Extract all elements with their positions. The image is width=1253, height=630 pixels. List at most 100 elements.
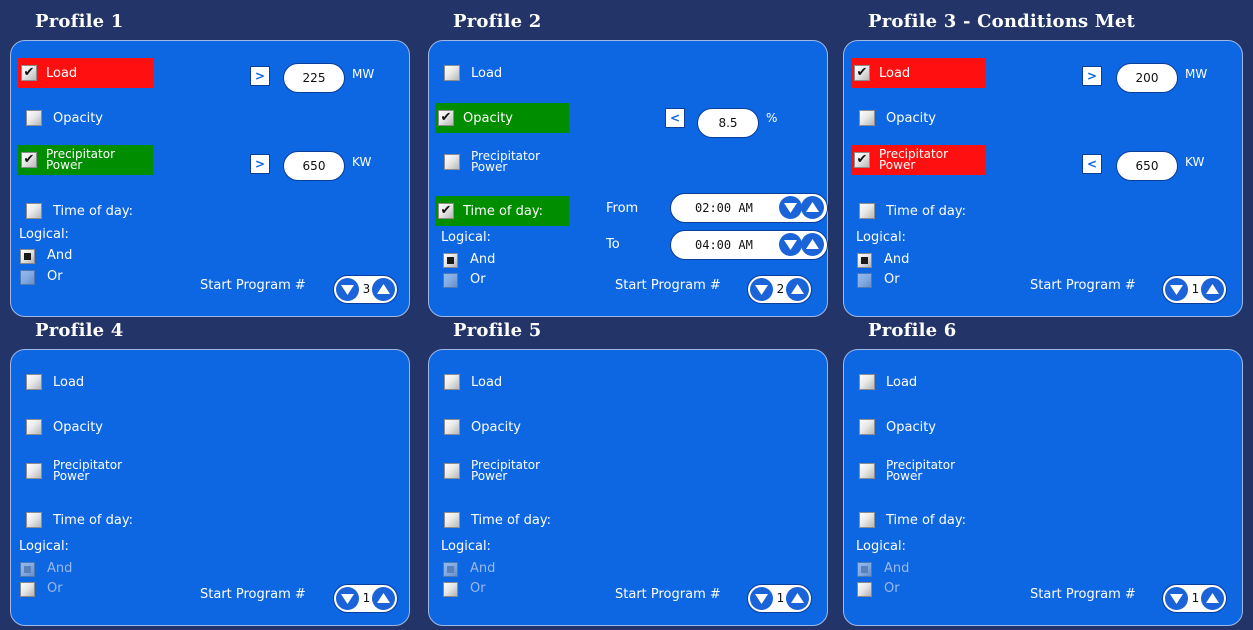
to-time-value: 04:00 AM [695,238,753,252]
to-time-down-button[interactable] [779,233,802,256]
spin-down-button[interactable] [1165,587,1188,610]
from-time-field[interactable]: 02:00 AM [670,193,828,223]
load-checkbox[interactable] [444,374,460,390]
opacity-checkbox[interactable]: ✔ [438,110,454,126]
or-label: Or [884,581,900,596]
condition-opacity[interactable]: ✔ Opacity [435,103,569,133]
and-radio[interactable] [857,253,872,268]
condition-precipitator-power[interactable]: Precipitator Power [851,456,985,486]
spin-up-button[interactable] [786,587,809,610]
spin-down-button[interactable] [1165,278,1188,301]
arrow-up-icon [1206,593,1219,603]
condition-load[interactable]: ✔ Load [18,58,153,88]
or-radio[interactable] [443,273,458,288]
precipitator-unit: KW [1185,155,1205,169]
condition-time-of-day[interactable]: ✔ Time of day: [435,196,569,226]
spin-up-button[interactable] [372,587,395,610]
time-of-day-label: Time of day: [463,203,543,219]
start-program-spinner[interactable]: 1 [1162,275,1227,304]
precipitator-checkbox[interactable]: ✔ [854,152,870,168]
condition-time-of-day[interactable]: Time of day: [851,505,985,535]
condition-load[interactable]: Load [436,58,571,88]
start-program-spinner[interactable]: 1 [333,584,398,613]
time-of-day-checkbox[interactable] [859,203,875,219]
condition-opacity[interactable]: Opacity [851,103,985,133]
opacity-checkbox[interactable] [859,110,875,126]
start-program-spinner[interactable]: 2 [747,275,812,304]
condition-precipitator-power[interactable]: Precipitator Power [436,147,571,177]
time-of-day-checkbox[interactable] [444,512,460,528]
load-operator-button[interactable]: > [1082,66,1102,86]
to-time-up-button[interactable] [801,233,824,256]
opacity-checkbox[interactable] [859,419,875,435]
spin-down-button[interactable] [336,587,359,610]
start-program-value: 1 [1191,591,1200,605]
condition-load[interactable]: Load [851,367,985,397]
precipitator-checkbox[interactable] [859,463,875,479]
condition-precipitator-power[interactable]: Precipitator Power [436,456,571,486]
condition-time-of-day[interactable]: Time of day: [436,505,571,535]
and-radio [857,562,872,577]
condition-time-of-day[interactable]: Time of day: [851,196,985,226]
from-time-down-button[interactable] [779,196,802,219]
opacity-checkbox[interactable] [26,419,42,435]
spin-down-button[interactable] [750,587,773,610]
opacity-checkbox[interactable] [26,110,42,126]
spin-up-button[interactable] [1201,587,1224,610]
to-time-field[interactable]: 04:00 AM [670,230,828,260]
opacity-value-field[interactable]: 8.5 [697,108,759,138]
precipitator-checkbox[interactable] [444,154,460,170]
load-checkbox[interactable] [859,374,875,390]
load-value-field[interactable]: 200 [1116,63,1178,93]
start-program-spinner[interactable]: 3 [333,275,398,304]
condition-opacity[interactable]: Opacity [851,412,985,442]
time-of-day-checkbox[interactable] [859,512,875,528]
condition-precipitator-power[interactable]: Precipitator Power [18,456,153,486]
load-checkbox[interactable]: ✔ [854,65,870,81]
or-radio[interactable] [20,270,35,285]
precipitator-value-field[interactable]: 650 [1116,151,1178,181]
time-of-day-checkbox[interactable] [26,203,42,219]
precipitator-value-field[interactable]: 650 [283,151,345,181]
condition-load[interactable]: Load [436,367,571,397]
or-radio[interactable] [857,273,872,288]
condition-precipitator-power[interactable]: ✔ Precipitator Power [851,145,985,175]
and-radio[interactable] [20,249,35,264]
profile-6: Profile 6 Load Opacity Precipitator Powe… [843,320,1246,630]
condition-precipitator-power[interactable]: ✔ Precipitator Power [18,145,153,175]
condition-time-of-day[interactable]: Time of day: [18,196,153,226]
load-checkbox[interactable]: ✔ [21,65,37,81]
start-program-spinner[interactable]: 1 [747,584,812,613]
condition-load[interactable]: Load [18,367,153,397]
spin-down-button[interactable] [336,278,359,301]
time-of-day-checkbox[interactable]: ✔ [438,203,454,219]
opacity-checkbox[interactable] [444,419,460,435]
load-checkbox[interactable] [444,65,460,81]
and-label: And [470,252,496,267]
precipitator-checkbox[interactable] [444,463,460,479]
and-radio[interactable] [443,253,458,268]
precipitator-checkbox[interactable] [26,463,42,479]
load-checkbox[interactable] [26,374,42,390]
precipitator-checkbox[interactable]: ✔ [21,152,37,168]
start-program-spinner[interactable]: 1 [1162,584,1227,613]
condition-opacity[interactable]: Opacity [436,412,571,442]
spin-down-button[interactable] [750,278,773,301]
precipitator-label-line2: Power [879,158,916,172]
load-value-field[interactable]: 225 [283,63,345,93]
precipitator-operator-button[interactable]: < [1082,154,1102,174]
spin-up-button[interactable] [1201,278,1224,301]
load-operator-button[interactable]: > [250,66,270,86]
condition-time-of-day[interactable]: Time of day: [18,505,153,535]
arrow-up-icon [806,202,819,212]
from-time-up-button[interactable] [801,196,824,219]
and-radio [20,562,35,577]
condition-opacity[interactable]: Opacity [18,103,153,133]
condition-load[interactable]: ✔ Load [851,58,985,88]
spin-up-button[interactable] [372,278,395,301]
opacity-operator-button[interactable]: < [665,108,685,128]
precipitator-operator-button[interactable]: > [250,154,270,174]
time-of-day-checkbox[interactable] [26,512,42,528]
spin-up-button[interactable] [786,278,809,301]
condition-opacity[interactable]: Opacity [18,412,153,442]
